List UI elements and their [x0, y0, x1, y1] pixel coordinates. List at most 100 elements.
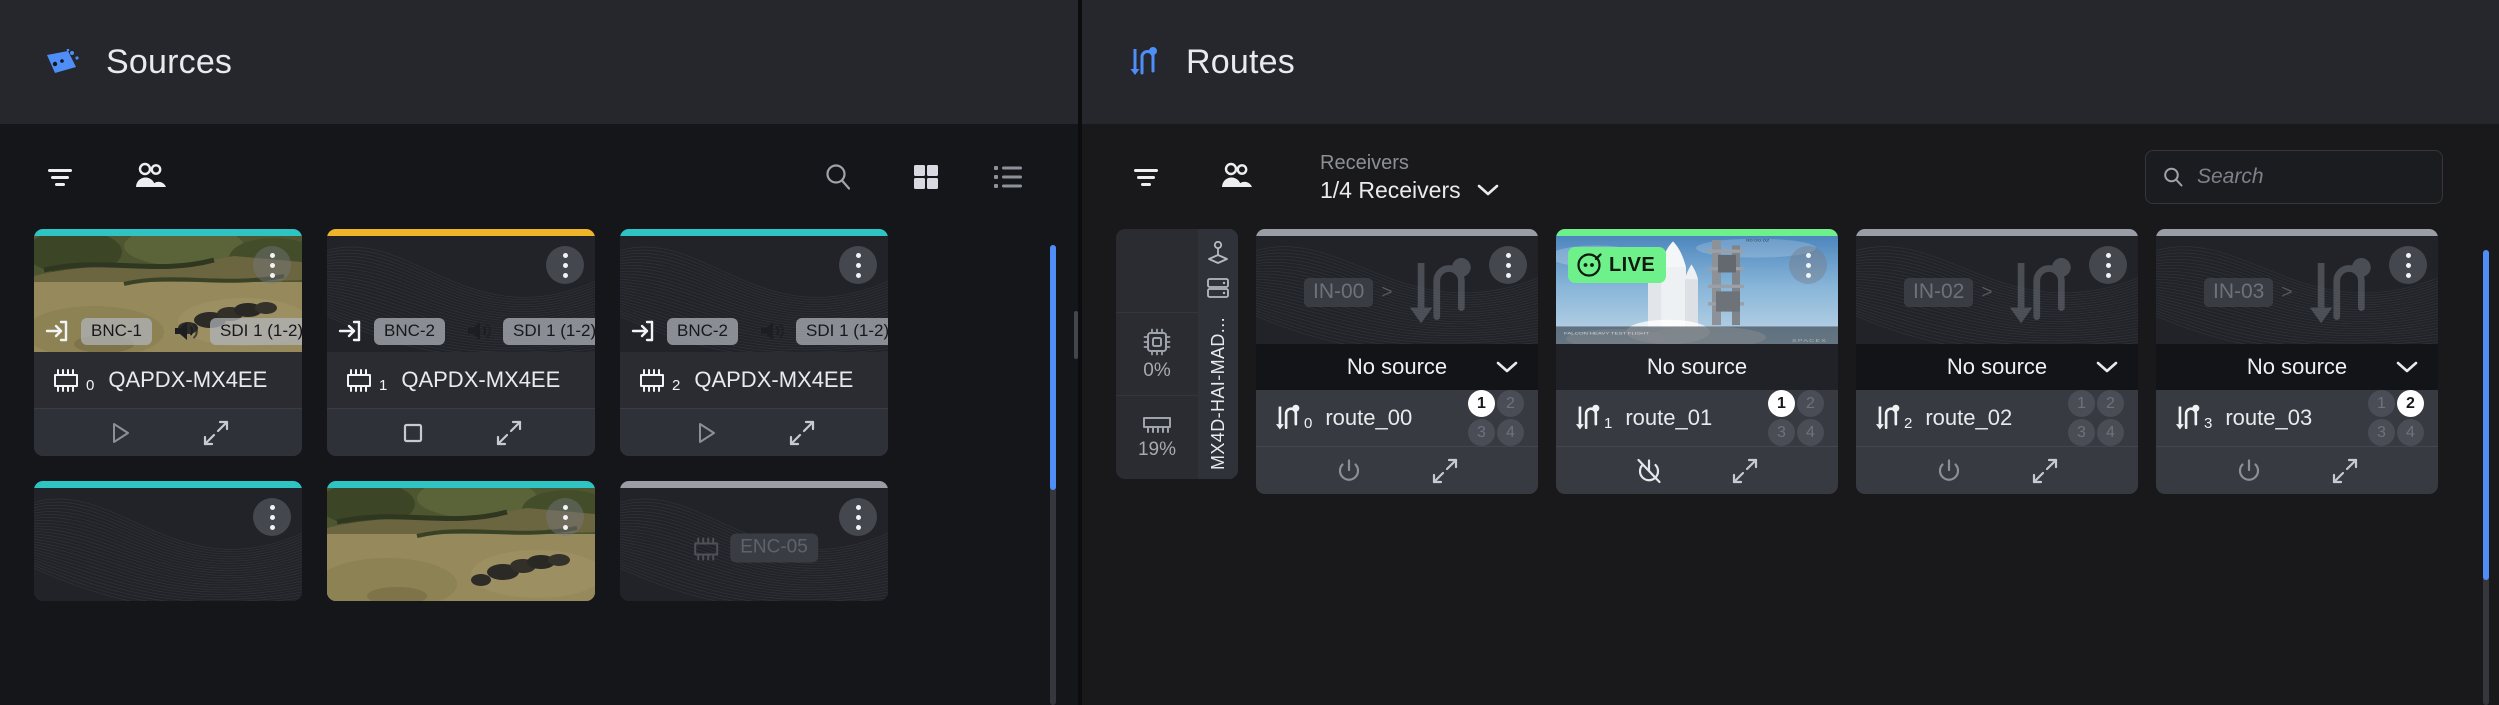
source-card[interactable] [327, 481, 595, 601]
route-badge[interactable]: 3 [2368, 419, 2395, 446]
people-icon[interactable] [1210, 151, 1262, 203]
power-icon[interactable] [1932, 454, 1966, 488]
source-card[interactable]: ENC-05 [620, 481, 888, 601]
kebab-menu-icon[interactable] [253, 498, 291, 536]
expand-icon[interactable] [1728, 454, 1762, 488]
route-badge[interactable]: 4 [2397, 419, 2424, 446]
kebab-menu-icon[interactable] [2089, 246, 2127, 284]
route-badge[interactable]: 1 [2068, 390, 2095, 417]
filter-icon[interactable] [1120, 151, 1172, 203]
route-card[interactable]: IN-00>No source0route_001234 [1256, 229, 1538, 494]
route-badge[interactable]: 3 [1768, 419, 1795, 446]
routes-search-box[interactable] [2145, 150, 2443, 204]
route-thumbnail[interactable]: IN-02> [1856, 236, 2138, 344]
route-source-selector[interactable]: No source [1856, 344, 2138, 390]
play-icon[interactable] [689, 416, 723, 450]
source-thumbnail[interactable]: ENC-05 [620, 488, 888, 601]
route-source-selector[interactable]: No source [1556, 344, 1838, 390]
receivers-label: Receivers [1320, 150, 1499, 176]
source-card[interactable]: BNC-2SDI 1 (1-2)2QAPDX-MX4EE [620, 229, 888, 456]
device-stat-blank [1116, 229, 1198, 312]
route-card[interactable]: IN-02>No source2route_021234 [1856, 229, 2138, 494]
source-thumbnail[interactable]: BNC-2SDI 1 (1-2) [327, 236, 595, 352]
sources-scrollbar-thumb[interactable] [1050, 245, 1056, 490]
receiver-device-card[interactable]: 0% [1116, 229, 1238, 479]
kebab-menu-icon[interactable] [1489, 246, 1527, 284]
input-arrow-glyph: > [1981, 282, 1992, 304]
routes-scrollbar-thumb[interactable] [2483, 250, 2489, 580]
kebab-menu-icon[interactable] [839, 246, 877, 284]
kebab-menu-icon[interactable] [546, 498, 584, 536]
route-badge[interactable]: 2 [1797, 390, 1824, 417]
stop-icon[interactable] [396, 416, 430, 450]
power-icon[interactable] [1332, 454, 1366, 488]
source-name: QAPDX-MX4EE [694, 367, 853, 393]
route-source-selector[interactable]: No source [1256, 344, 1538, 390]
expand-icon[interactable] [2328, 454, 2362, 488]
list-view-icon[interactable] [982, 151, 1034, 203]
chevron-down-icon[interactable] [1496, 360, 1518, 374]
search-icon[interactable] [812, 151, 864, 203]
power-icon[interactable] [2232, 454, 2266, 488]
expand-icon[interactable] [785, 416, 819, 450]
route-card[interactable]: IN-03>No source3route_031234 [2156, 229, 2438, 494]
expand-icon[interactable] [1428, 454, 1462, 488]
route-source-selector[interactable]: No source [2156, 344, 2438, 390]
routes-scrollbar[interactable] [2483, 250, 2489, 705]
route-thumbnail[interactable]: IN-00> [1256, 236, 1538, 344]
source-accent-bar [34, 481, 302, 488]
server-icon[interactable] [1206, 277, 1230, 299]
people-icon[interactable] [124, 151, 176, 203]
sources-panel: Sources [0, 0, 1078, 705]
expand-icon[interactable] [199, 416, 233, 450]
source-thumbnail[interactable] [327, 488, 595, 601]
play-icon[interactable] [103, 416, 137, 450]
kebab-menu-icon[interactable] [253, 246, 291, 284]
route-badge[interactable]: 4 [1497, 419, 1524, 446]
route-index: 0 [1304, 416, 1312, 431]
source-card[interactable]: BNC-2SDI 1 (1-2)1QAPDX-MX4EE [327, 229, 595, 456]
kebab-menu-icon[interactable] [839, 498, 877, 536]
chevron-down-icon[interactable] [2396, 360, 2418, 374]
receivers-selector[interactable]: Receivers 1/4 Receivers [1320, 150, 1499, 204]
route-badge-grid: 1234 [2068, 390, 2124, 446]
chevron-down-icon[interactable] [1477, 183, 1499, 197]
filter-icon[interactable] [34, 151, 86, 203]
route-badge[interactable]: 3 [1468, 419, 1495, 446]
route-badge[interactable]: 2 [2397, 390, 2424, 417]
route-badge[interactable]: 4 [1797, 419, 1824, 446]
route-card[interactable]: FALCON HEAVY TEST FLIGHTSPACEX00:00:02LI… [1556, 229, 1838, 494]
grid-view-icon[interactable] [900, 151, 952, 203]
route-badge[interactable]: 1 [1768, 390, 1795, 417]
route-watermark-icon [2302, 254, 2376, 330]
route-thumbnail[interactable]: FALCON HEAVY TEST FLIGHTSPACEX00:00:02LI… [1556, 236, 1838, 344]
expand-icon[interactable] [492, 416, 526, 450]
sources-scrollbar[interactable] [1050, 245, 1056, 705]
svg-text:FALCON HEAVY TEST FLIGHT: FALCON HEAVY TEST FLIGHT [1564, 331, 1649, 336]
expand-icon[interactable] [2028, 454, 2062, 488]
route-badge[interactable]: 3 [2068, 419, 2095, 446]
kebab-menu-icon[interactable] [2389, 246, 2427, 284]
receivers-value-row[interactable]: 1/4 Receivers [1320, 176, 1499, 204]
search-input[interactable] [2197, 165, 2426, 189]
route-badge[interactable]: 2 [1497, 390, 1524, 417]
joystick-icon[interactable] [1206, 241, 1230, 267]
source-thumbnail[interactable] [34, 488, 302, 601]
route-badge[interactable]: 4 [2097, 419, 2124, 446]
route-badge[interactable]: 1 [2368, 390, 2395, 417]
kebab-menu-icon[interactable] [546, 246, 584, 284]
source-thumbnail[interactable]: BNC-2SDI 1 (1-2) [620, 236, 888, 352]
route-thumbnail[interactable]: IN-03> [2156, 236, 2438, 344]
route-badge[interactable]: 1 [1468, 390, 1495, 417]
chevron-down-icon[interactable] [2096, 360, 2118, 374]
input-arrow-glyph: > [1381, 282, 1392, 304]
kebab-menu-icon[interactable] [1789, 246, 1827, 284]
source-card[interactable]: BNC-1SDI 1 (1-2)0QAPDX-MX4EE [34, 229, 302, 456]
live-label: LIVE [1609, 254, 1655, 277]
power-off-slash-icon[interactable] [1632, 454, 1666, 488]
device-stat-cpu: 0% [1116, 312, 1198, 396]
source-tag-row: BNC-2SDI 1 (1-2) [327, 310, 595, 352]
route-badge[interactable]: 2 [2097, 390, 2124, 417]
source-card[interactable] [34, 481, 302, 601]
source-thumbnail[interactable]: BNC-1SDI 1 (1-2) [34, 236, 302, 352]
